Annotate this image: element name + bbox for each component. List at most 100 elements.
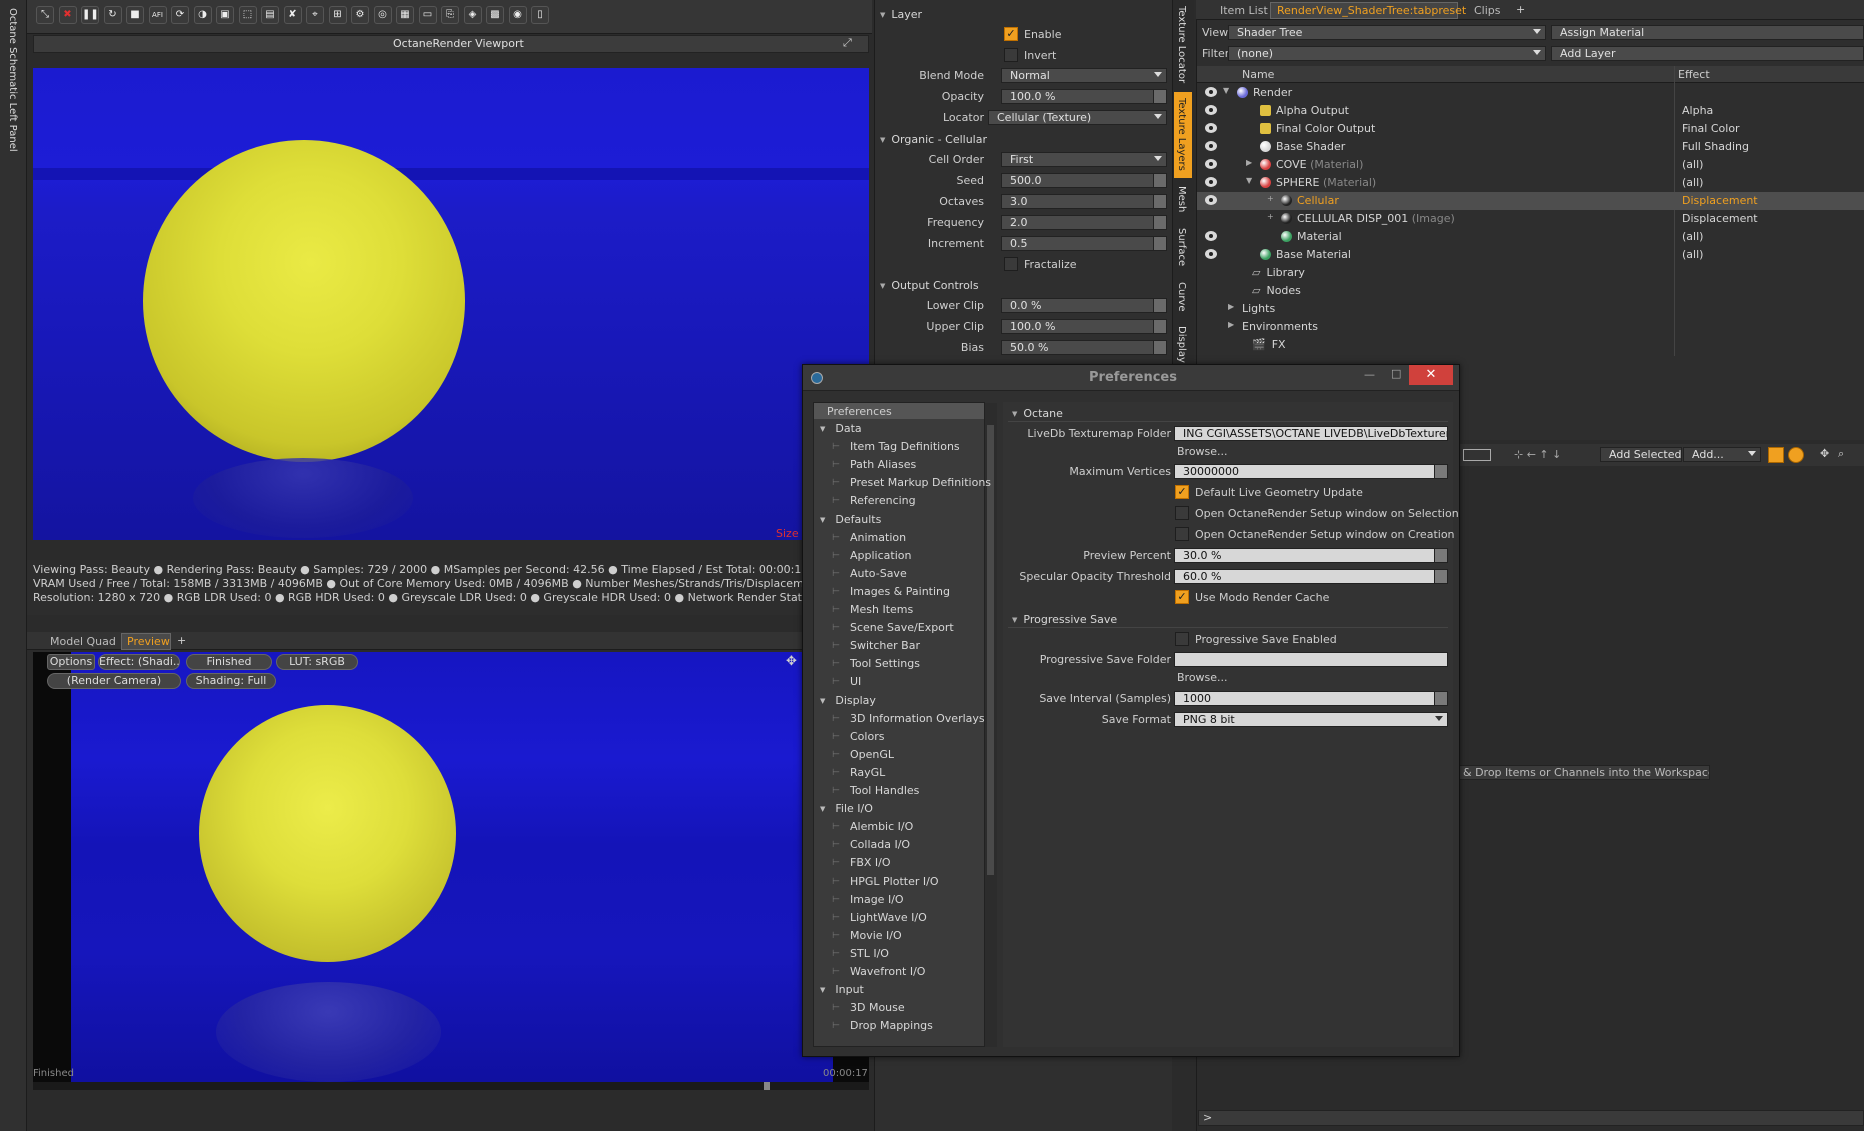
visibility-eye-icon[interactable] xyxy=(1205,231,1217,241)
pref-item[interactable]: Alembic I/O xyxy=(850,820,913,833)
expand-toggle-icon[interactable]: ▼ xyxy=(1223,86,1229,95)
tab-display[interactable]: Display xyxy=(1176,326,1187,363)
color-icon[interactable]: ◑ xyxy=(193,6,212,24)
camera-icon[interactable]: ◎ xyxy=(373,6,392,24)
tree-row[interactable]: ▶ Environments xyxy=(1197,318,1864,336)
tree-row[interactable]: + CELLULAR DISP_001 (Image) Displacement xyxy=(1197,210,1864,228)
visibility-eye-icon[interactable] xyxy=(1205,177,1217,187)
pref-category[interactable]: Defaults xyxy=(820,513,881,526)
pref-item[interactable]: Wavefront I/O xyxy=(850,965,925,978)
refresh-icon[interactable]: ⟳ xyxy=(171,6,189,24)
command-line[interactable] xyxy=(1198,1110,1864,1126)
pref-item[interactable]: Application xyxy=(850,549,911,562)
visibility-eye-icon[interactable] xyxy=(1205,195,1217,205)
pref-tree-scroll-thumb[interactable] xyxy=(987,425,994,875)
pref-item[interactable]: OpenGL xyxy=(850,748,894,761)
save-interval-field[interactable]: 1000 xyxy=(1174,691,1448,706)
expand-toggle-icon[interactable]: ▶ xyxy=(1228,320,1234,329)
assign-material-button[interactable]: Assign Material xyxy=(1551,25,1864,40)
left-panel-tab[interactable]: Octane Schematic Left Panel xyxy=(7,8,18,152)
blend-mode-dropdown[interactable]: Normal xyxy=(1001,68,1167,83)
add-tab-button[interactable]: + xyxy=(177,634,186,647)
expand-toggle-icon[interactable]: + xyxy=(1267,194,1274,203)
visibility-eye-icon[interactable] xyxy=(1205,123,1217,133)
tree-row[interactable]: Base Shader Full Shading xyxy=(1197,138,1864,156)
pref-item[interactable]: 3D Information Overlays xyxy=(850,712,985,725)
move-view-icon[interactable]: ✥ xyxy=(1820,447,1829,460)
livedb-browse-button[interactable]: Browse... xyxy=(1177,445,1228,458)
enable-checkbox[interactable]: ✓ xyxy=(1004,27,1018,41)
focus-icon[interactable]: ⊞ xyxy=(328,6,347,24)
pref-item[interactable]: Referencing xyxy=(850,494,916,507)
tab-texture-locator[interactable]: Texture Locator xyxy=(1176,6,1187,83)
capture-icon[interactable]: ⬚ xyxy=(238,6,257,24)
tree-row[interactable]: Base Material (all) xyxy=(1197,246,1864,264)
visibility-eye-icon[interactable] xyxy=(1205,159,1217,169)
lower-clip-field[interactable]: 0.0 % xyxy=(1001,298,1167,313)
invert-checkbox[interactable] xyxy=(1004,48,1018,62)
save-image-icon[interactable]: ▤ xyxy=(261,6,279,24)
visibility-eye-icon[interactable] xyxy=(1205,105,1217,115)
expand-toggle-icon[interactable]: + xyxy=(1267,212,1274,221)
tab-model-quad[interactable]: Model Quad xyxy=(50,635,116,648)
progressive-save-header[interactable]: Progressive Save xyxy=(1012,613,1117,626)
tab-mesh[interactable]: Mesh xyxy=(1176,186,1187,212)
pref-item[interactable]: Preset Markup Definitions xyxy=(850,476,991,489)
spec-opacity-field[interactable]: 60.0 % xyxy=(1174,569,1448,584)
pref-item[interactable]: Animation xyxy=(850,531,906,544)
fit-icon[interactable]: ⤡ xyxy=(36,6,54,24)
tree-row[interactable]: Final Color Output Final Color xyxy=(1197,120,1864,138)
pref-item[interactable]: Images & Painting xyxy=(850,585,950,598)
pref-item[interactable]: Auto-Save xyxy=(850,567,907,580)
tree-row[interactable]: ▶ Lights xyxy=(1197,300,1864,318)
progressive-browse-button[interactable]: Browse... xyxy=(1177,671,1228,684)
open-setup-selection-checkbox[interactable] xyxy=(1175,506,1189,520)
shading-selector[interactable]: Shading: Full xyxy=(186,673,276,689)
tree-row[interactable]: 🎬 FX xyxy=(1197,336,1864,354)
render-region-icon[interactable]: ▣ xyxy=(216,6,234,24)
tree-row[interactable]: ▱ Library xyxy=(1197,264,1864,282)
color-swatch-2[interactable] xyxy=(1788,447,1804,463)
col-name-header[interactable]: Name xyxy=(1242,68,1274,81)
color-swatch-1[interactable] xyxy=(1768,447,1784,463)
close-button[interactable]: ✕ xyxy=(1409,365,1453,385)
pref-item[interactable]: HPGL Plotter I/O xyxy=(850,875,939,888)
pause-icon[interactable]: ❚❚ xyxy=(81,6,99,24)
tab-item-list[interactable]: Item List xyxy=(1220,4,1268,17)
expand-toggle-icon[interactable]: ▶ xyxy=(1228,302,1234,311)
preview-progress-handle[interactable] xyxy=(764,1082,770,1090)
expand-toggle-icon[interactable]: ▶ xyxy=(1246,158,1252,167)
locator-dropdown[interactable]: Cellular (Texture) xyxy=(988,110,1167,125)
terminal-icon[interactable]: ▭ xyxy=(418,6,437,24)
octane-section-header[interactable]: Octane xyxy=(1012,407,1063,420)
stop-icon[interactable]: ■ xyxy=(126,6,144,24)
use-modo-cache-checkbox[interactable]: ✓ xyxy=(1175,590,1189,604)
col-effect-header[interactable]: Effect xyxy=(1678,68,1710,81)
pref-category[interactable]: Data xyxy=(820,422,861,435)
open-setup-creation-checkbox[interactable] xyxy=(1175,527,1189,541)
settings-icon[interactable]: ⚙ xyxy=(351,6,369,24)
move-icon[interactable]: ✥ xyxy=(786,654,797,669)
network-icon[interactable]: ◉ xyxy=(508,6,527,24)
pick-icon[interactable]: ⌖ xyxy=(306,6,324,24)
pref-item[interactable]: RayGL xyxy=(850,766,885,779)
output-controls-header[interactable]: Output Controls xyxy=(880,279,978,292)
default-live-geometry-checkbox[interactable]: ✓ xyxy=(1175,485,1189,499)
max-vertices-field[interactable]: 30000000 xyxy=(1174,464,1448,479)
upper-clip-field[interactable]: 100.0 % xyxy=(1001,319,1167,334)
checker-icon[interactable]: ▩ xyxy=(486,6,504,24)
stop-render-icon[interactable]: ✖ xyxy=(58,6,77,24)
pref-item[interactable]: STL I/O xyxy=(850,947,889,960)
clear-icon[interactable]: ✘ xyxy=(283,6,302,24)
pref-item[interactable]: Item Tag Definitions xyxy=(850,440,960,453)
opacity-field[interactable]: 100.0 % xyxy=(1001,89,1167,104)
preview-viewport[interactable] xyxy=(33,652,869,1082)
nav-icons[interactable]: ⊹ ← ↑ ↓ xyxy=(1514,448,1561,461)
export-icon[interactable]: ⎘ xyxy=(441,6,459,24)
pref-item[interactable]: Path Aliases xyxy=(850,458,916,471)
expand-icon[interactable]: ⤢ xyxy=(843,36,852,50)
tree-row[interactable]: ▶ COVE (Material) (all) xyxy=(1197,156,1864,174)
af-icon[interactable]: AFI xyxy=(148,6,167,24)
tree-row[interactable]: ▼ Render xyxy=(1197,84,1864,102)
pref-item[interactable]: FBX I/O xyxy=(850,856,891,869)
